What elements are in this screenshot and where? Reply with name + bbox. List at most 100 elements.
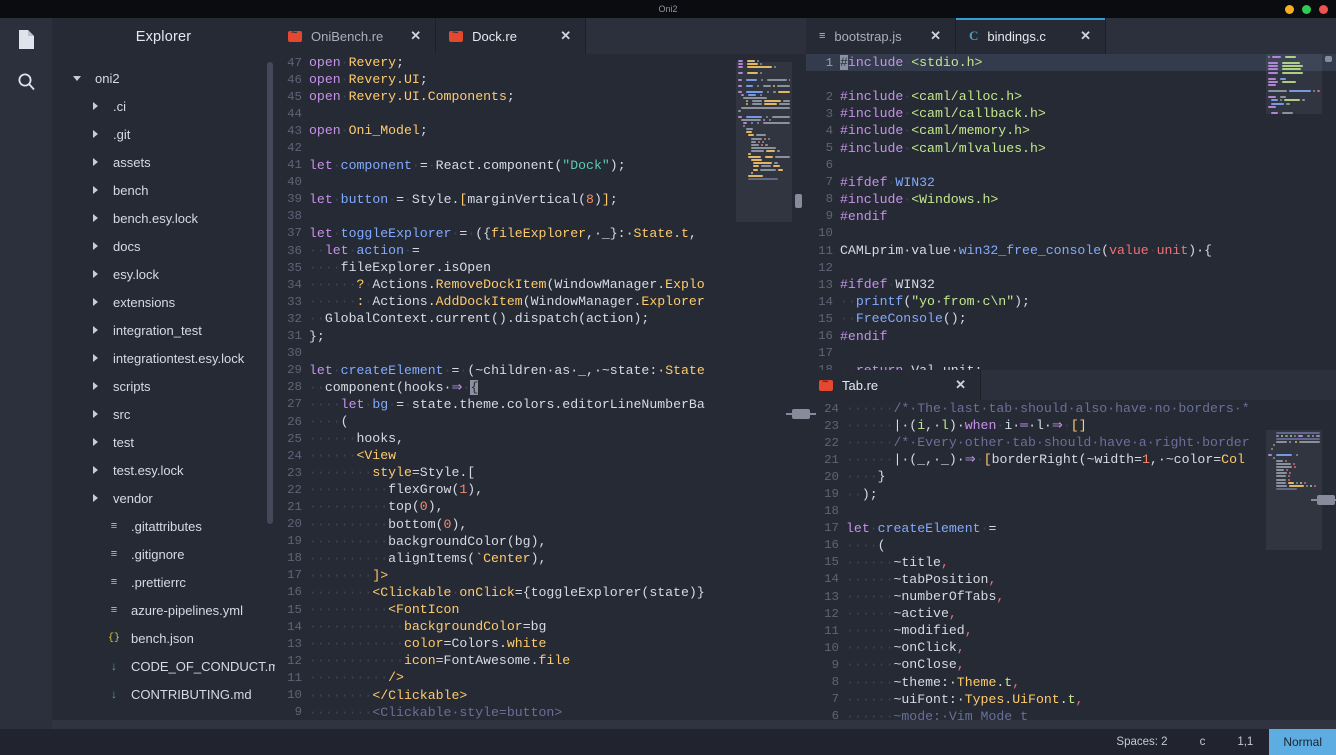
line-number: 21 [287,499,302,514]
editor-right-top[interactable]: 1 #include·<stdio.h> 2 #include·<caml/alloc… [806,54,1336,370]
tab-bar-filler [981,370,1336,400]
split-handle-right-edge[interactable] [1311,495,1336,505]
tree-item-docs[interactable]: docs [52,232,275,260]
tree-item-test[interactable]: test [52,428,275,456]
code-text: let·createElement·= [846,520,997,536]
window-title: Oni2 [658,4,678,14]
code-text: ······~uiFont:·Types.UiFont.t, [846,691,1084,707]
code-text: ············icon=FontAwesome.file [309,653,571,669]
tab-bar-left[interactable]: OniBench.re ✕ Dock.re ✕ [275,18,806,54]
file-tree[interactable]: oni2 .ci .git assets bench bench.esy.lock docs… [52,56,286,708]
search-icon [17,72,36,91]
tree-item-ci[interactable]: .ci [52,92,275,120]
tab-bar-right-top[interactable]: ≡ bootstrap.js ✕ Cbindings.c ✕ [806,18,1336,54]
tree-item-prettierrc[interactable]: ≡ .prettierrc [52,568,275,596]
code-text: ··FreeConsole(); [840,311,967,327]
tree-item-git[interactable]: .git [52,120,275,148]
line-number: 21 [824,452,839,467]
line-number: 22 [287,482,302,497]
status-mode[interactable]: Normal [1269,729,1336,755]
code-line: 13 #ifdef·WIN32 [806,276,1336,293]
tree-item-assets[interactable]: assets [52,148,275,176]
code-text: #endif [840,208,888,224]
minimap-right-bottom[interactable] [1264,400,1336,720]
minimap-scrollbar-left[interactable] [795,194,802,208]
tree-item-azure-pipelines-yml[interactable]: ≡ azure-pipelines.yml [52,596,275,624]
code-text: ······~mode:·Vim_Mode_t [846,708,1029,720]
status-position[interactable]: 1,1 [1221,736,1269,748]
minimap-scrollbar-right-top[interactable] [1325,56,1332,62]
tree-item-esy-lock[interactable]: esy.lock [52,260,275,288]
activity-item-search[interactable] [0,60,52,102]
tree-item-vendor[interactable]: vendor [52,484,275,512]
code-line: 40 [275,174,806,191]
tree-item-extensions[interactable]: extensions [52,288,275,316]
code-line: 24 ······/*·The·last·tab·should·also·have… [806,400,1336,417]
minimap-line [1273,456,1275,459]
minimap-line [768,118,771,121]
minimap-line [1282,62,1300,65]
tab-dock-re[interactable]: Dock.re ✕ [436,18,587,54]
tree-item-oni2[interactable]: oni2 [52,64,275,92]
close-icon[interactable]: ✕ [392,28,421,44]
sidebar-scrollbar[interactable] [267,62,273,524]
tab-onibench-re[interactable]: OniBench.re ✕ [275,18,437,54]
tab-bindings-c[interactable]: Cbindings.c ✕ [956,18,1106,54]
minimap-line [772,84,775,87]
minimize-button[interactable] [1285,5,1294,14]
tree-item-gitattributes[interactable]: ≡ .gitattributes [52,512,275,540]
minimap-line [778,168,784,171]
minimap-line [740,118,761,121]
activity-item-explorer[interactable] [0,18,52,60]
minimap-left[interactable] [734,54,806,720]
minimap-line [738,60,743,62]
maximize-button[interactable] [1302,5,1311,14]
close-icon[interactable]: ✕ [937,377,966,393]
minimap-line [1285,459,1287,462]
tree-item-gitignore[interactable]: ≡ .gitignore [52,540,275,568]
code-text: ··········<FontIcon [309,602,460,618]
status-language[interactable]: c [1184,736,1222,748]
tab-tab-re[interactable]: Tab.re ✕ [806,370,981,400]
line-number: 33 [287,294,302,309]
tab-bar-right-bottom[interactable]: Tab.re ✕ [806,370,1336,400]
code-line: 39 let·button·=·Style.[marginVertical(8)]… [275,191,806,208]
code-text: CAMLprim·value·win32_free_console(value·… [840,243,1212,259]
tree-item-scripts[interactable]: scripts [52,372,275,400]
tree-item-bench-json[interactable]: {} bench.json [52,624,275,652]
code-line: 24 ······<View [275,447,806,464]
code-line: 10 [806,225,1336,242]
tree-item-contributing-md[interactable]: ↓ CONTRIBUTING.md [52,680,275,708]
tree-item-integrationtest-esy-lock[interactable]: integrationtest.esy.lock [52,344,275,372]
tree-item-code-of-conduct-md[interactable]: ↓ CODE_OF_CONDUCT.md [52,652,286,680]
code-line: 9 #endif [806,208,1336,225]
code-text: ········<Clickable·style=button> [309,704,563,720]
tree-item-integration-test[interactable]: integration_test [52,316,275,344]
code-line: 16 ········<Clickable·onClick={toggleExpl… [275,584,806,601]
tree-item-bench[interactable]: bench [52,176,275,204]
close-icon[interactable]: ✕ [542,28,571,44]
close-icon[interactable]: ✕ [912,28,941,44]
chevron-right-icon [86,214,104,222]
minimap-right-top[interactable] [1264,54,1336,370]
editor-right-bottom[interactable]: 24 ······/*·The·last·tab·should·also·have… [806,400,1336,720]
code-line: 38 [275,208,806,225]
tab-bootstrap-js[interactable]: ≡ bootstrap.js ✕ [806,18,956,54]
minimap-line [1288,90,1312,93]
close-button[interactable] [1319,5,1328,14]
code-line: 35 ····fileExplorer.isOpen [275,259,806,276]
code-line: 11 ······~modified, [806,622,1336,639]
minimap-line [748,156,761,159]
tree-item-test-esy-lock[interactable]: test.esy.lock [52,456,275,484]
tree-item-src[interactable]: src [52,400,275,428]
close-icon[interactable]: ✕ [1062,28,1091,44]
editor-left[interactable]: 47 open·Revery; 46 open·Revery.UI; 45 open·Re… [275,54,806,720]
code-text: ··let·action·= [309,243,420,259]
tree-item-label: bench.json [131,630,194,646]
code-line: 15 ··FreeConsole(); [806,310,1336,327]
status-indentation[interactable]: Spaces: 2 [1100,736,1183,748]
tree-item-bench-esy-lock[interactable]: bench.esy.lock [52,204,275,232]
code-line: 13 ············color=Colors.white [275,635,806,652]
split-handle-vertical[interactable] [786,409,816,419]
